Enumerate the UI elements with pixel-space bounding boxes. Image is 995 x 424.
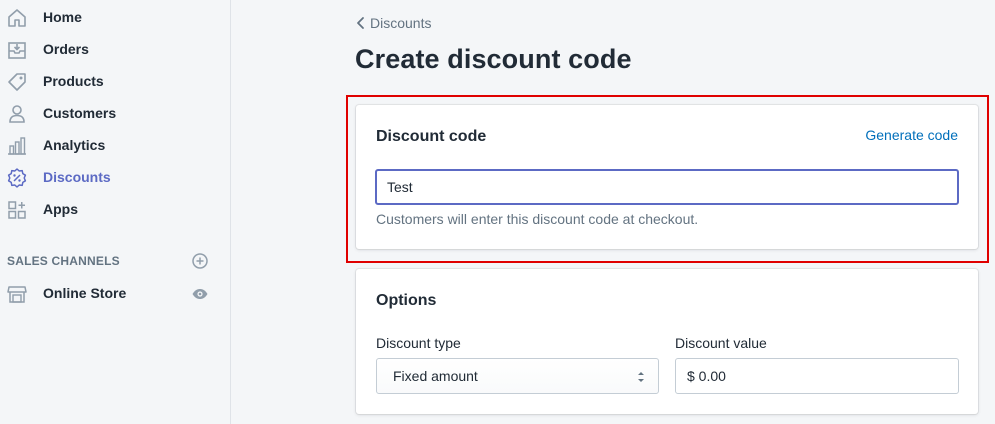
eye-icon[interactable] [191, 285, 209, 303]
sidebar: Home Orders Products Customers Analytics… [0, 0, 231, 424]
sidebar-item-label: Analytics [43, 137, 106, 153]
select-arrows-icon [638, 372, 644, 382]
card-title: Options [376, 292, 437, 309]
discount-value-label: Discount value [675, 335, 767, 351]
sidebar-item-customers[interactable]: Customers [0, 97, 231, 129]
bar-chart-icon [6, 135, 28, 157]
breadcrumb[interactable]: Discounts [355, 15, 431, 31]
discount-type-select[interactable]: Fixed amount [376, 358, 659, 394]
home-icon [6, 7, 28, 29]
person-icon [6, 103, 28, 125]
sidebar-item-apps[interactable]: Apps [0, 193, 231, 225]
apps-icon [6, 199, 28, 221]
options-card: Options Discount type Discount value Fix… [356, 269, 978, 414]
store-icon [6, 283, 28, 305]
breadcrumb-label: Discounts [370, 15, 432, 31]
sidebar-item-products[interactable]: Products [0, 65, 231, 97]
sidebar-item-label: Products [43, 73, 104, 89]
discount-icon [6, 167, 28, 189]
sidebar-item-label: Home [43, 9, 82, 25]
highlight-box [346, 95, 989, 263]
sidebar-item-label: Online Store [43, 285, 127, 301]
sidebar-item-label: Customers [43, 105, 117, 121]
tag-icon [6, 71, 28, 93]
sidebar-item-home[interactable]: Home [0, 1, 231, 33]
sidebar-item-discounts[interactable]: Discounts [0, 161, 231, 193]
discount-value-input[interactable]: $ 0.00 [675, 358, 959, 394]
orders-icon [6, 39, 28, 61]
sidebar-item-label: Discounts [43, 169, 111, 185]
sales-channels-heading: SALES CHANNELS [7, 254, 120, 268]
discount-value-text: $ 0.00 [687, 368, 726, 384]
sidebar-item-analytics[interactable]: Analytics [0, 129, 231, 161]
chevron-left-icon [357, 17, 364, 29]
sidebar-item-label: Orders [43, 41, 89, 57]
sidebar-item-label: Apps [43, 201, 78, 217]
add-sales-channel-icon[interactable] [191, 252, 209, 270]
discount-type-value: Fixed amount [393, 368, 478, 384]
page-title: Create discount code [355, 44, 632, 74]
sidebar-item-orders[interactable]: Orders [0, 33, 231, 65]
discount-type-label: Discount type [376, 335, 461, 351]
